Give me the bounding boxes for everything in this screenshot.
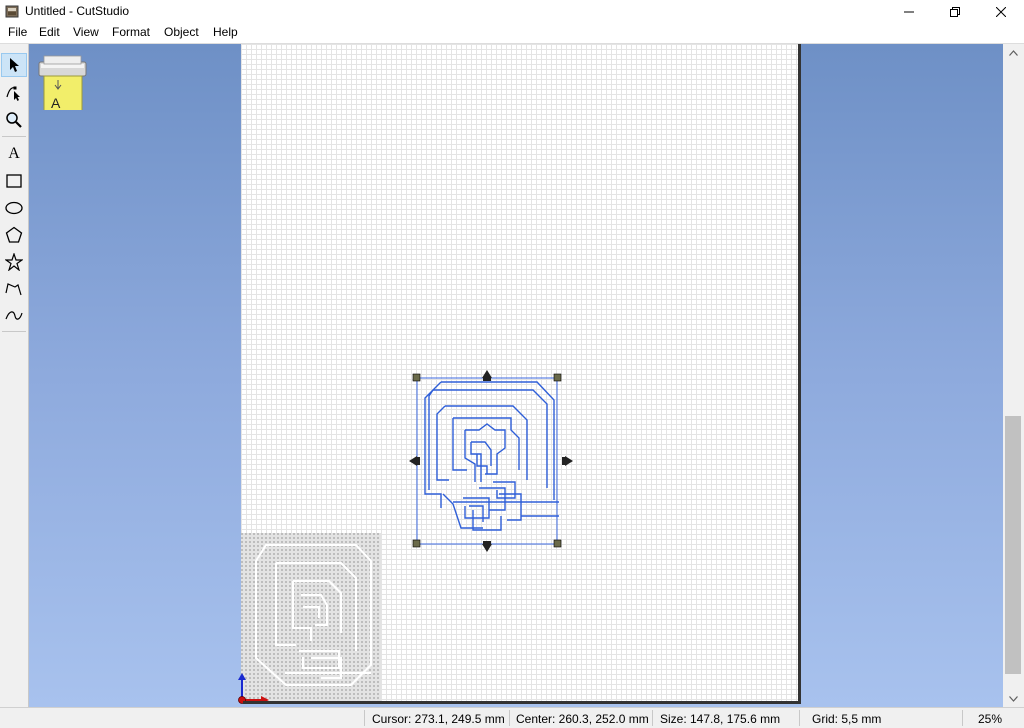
node-edit-tool[interactable] bbox=[1, 80, 27, 104]
status-separator bbox=[799, 710, 800, 726]
ellipse-icon bbox=[5, 201, 23, 215]
arrow-pointer-icon bbox=[10, 58, 19, 72]
curve-icon bbox=[5, 311, 23, 320]
selected-cut-object[interactable] bbox=[409, 370, 573, 552]
cutter-icon-letter: A bbox=[51, 95, 61, 110]
rectangle-icon bbox=[6, 174, 22, 188]
star-icon bbox=[5, 253, 23, 271]
polyline-tool[interactable] bbox=[1, 277, 27, 301]
magnifier-icon bbox=[6, 112, 22, 128]
scroll-thumb[interactable] bbox=[1005, 416, 1021, 674]
status-bar: Cursor: 273.1, 249.5 mm Center: 260.3, 2… bbox=[0, 707, 1024, 728]
close-icon bbox=[996, 6, 1006, 17]
zoom-tool[interactable] bbox=[1, 108, 27, 132]
tool-palette: A bbox=[0, 44, 29, 707]
status-grid: Grid: 5,5 mm bbox=[812, 712, 882, 726]
node-edit-icon bbox=[6, 86, 20, 101]
window-title: Untitled - CutStudio bbox=[25, 4, 130, 18]
title-bar: Untitled - CutStudio bbox=[0, 0, 1024, 23]
polygon-tool[interactable] bbox=[1, 223, 27, 247]
menu-help[interactable]: Help bbox=[213, 25, 238, 39]
toolbar-separator bbox=[2, 331, 26, 332]
status-size: Size: 147.8, 175.6 mm bbox=[660, 712, 781, 726]
workspace[interactable]: A bbox=[29, 44, 1003, 707]
menu-object[interactable]: Object bbox=[164, 25, 199, 39]
curve-tool[interactable] bbox=[1, 304, 27, 328]
text-tool[interactable]: A bbox=[1, 142, 27, 166]
status-cursor: Cursor: 273.1, 249.5 mm bbox=[372, 712, 505, 726]
status-separator bbox=[364, 710, 365, 726]
star-tool[interactable] bbox=[1, 250, 27, 274]
restore-icon bbox=[950, 6, 960, 17]
status-separator bbox=[652, 710, 653, 726]
cutstudio-app-icon bbox=[5, 5, 19, 18]
menu-format[interactable]: Format bbox=[112, 25, 150, 39]
scroll-down-arrow[interactable] bbox=[1003, 690, 1024, 707]
cut-page[interactable] bbox=[238, 44, 798, 704]
chevron-down-icon bbox=[1009, 695, 1018, 702]
select-tool[interactable] bbox=[1, 53, 27, 77]
cutter-machine-icon[interactable]: A bbox=[38, 52, 88, 110]
minimize-button[interactable] bbox=[886, 0, 932, 23]
status-zoom: 25% bbox=[978, 712, 1003, 726]
chevron-up-icon bbox=[1009, 49, 1018, 56]
text-A-icon: A bbox=[8, 145, 20, 162]
scroll-up-arrow[interactable] bbox=[1003, 44, 1024, 61]
polyline-icon bbox=[5, 283, 22, 296]
menu-edit[interactable]: Edit bbox=[39, 25, 60, 39]
vertical-scrollbar[interactable] bbox=[1003, 44, 1024, 707]
ellipse-tool[interactable] bbox=[1, 196, 27, 220]
toolbar-separator bbox=[2, 136, 26, 137]
status-separator bbox=[962, 710, 963, 726]
close-button[interactable] bbox=[978, 0, 1024, 23]
page-shadow bbox=[798, 44, 801, 704]
page-shadow bbox=[243, 701, 801, 704]
menu-bar: File Edit View Format Object Help bbox=[0, 23, 1024, 44]
status-separator bbox=[509, 710, 510, 726]
minimize-icon bbox=[904, 11, 914, 12]
menu-view[interactable]: View bbox=[73, 25, 99, 39]
rectangle-tool[interactable] bbox=[1, 169, 27, 193]
menu-file[interactable]: File bbox=[8, 25, 27, 39]
status-center: Center: 260.3, 252.0 mm bbox=[516, 712, 649, 726]
restore-button[interactable] bbox=[932, 0, 978, 23]
pentagon-icon bbox=[5, 226, 23, 243]
